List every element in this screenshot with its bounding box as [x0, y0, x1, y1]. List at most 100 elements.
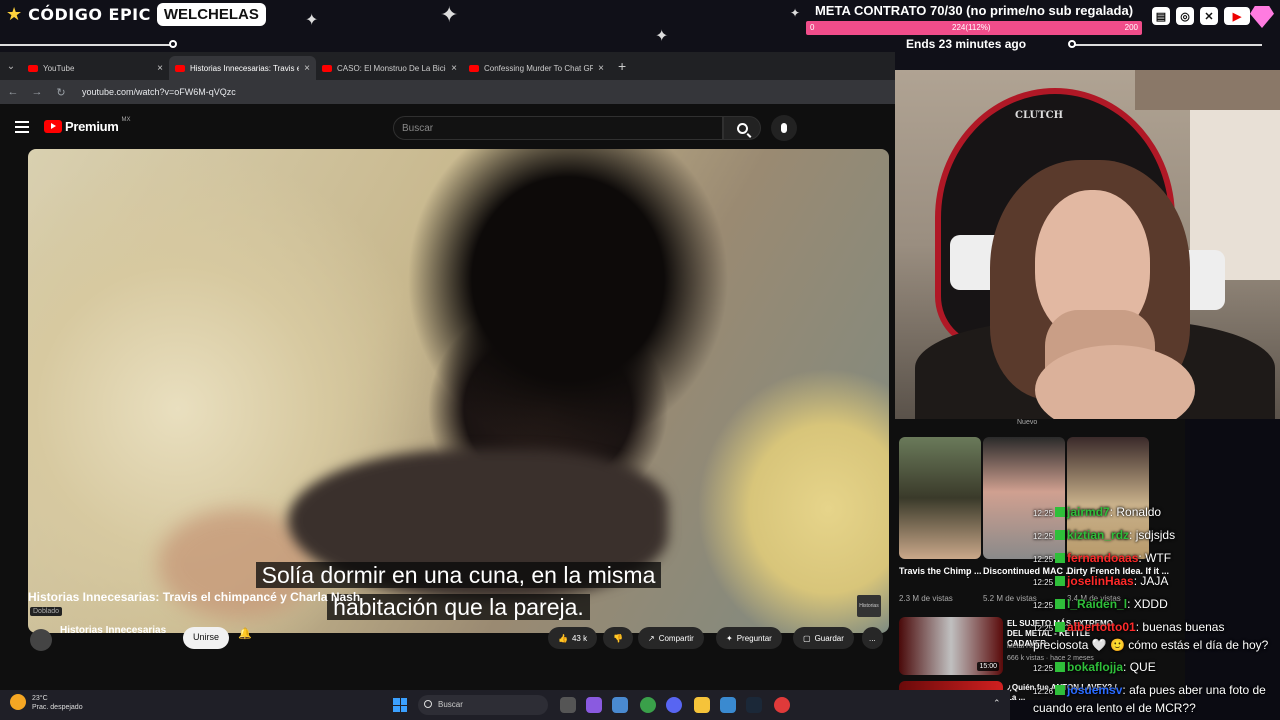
sub-badge-icon: [1055, 553, 1066, 563]
chat-time: 12:25: [1033, 624, 1054, 633]
discord-icon[interactable]: [666, 697, 682, 713]
settings-icon[interactable]: [612, 697, 628, 713]
overlay-dot-right: [1068, 40, 1076, 48]
new-tab-button[interactable]: +: [618, 58, 626, 74]
tray-chevron-icon[interactable]: ⌃: [993, 698, 1001, 709]
sub-badge-icon: [1055, 507, 1066, 517]
voice-search-button[interactable]: [771, 115, 797, 141]
sub-badge-icon: [1055, 662, 1066, 672]
copilot-icon[interactable]: [586, 697, 602, 713]
chat-message: 12:25 kiztian_rdz: jsdjsjds: [1033, 528, 1176, 542]
more-actions-button[interactable]: ...: [862, 627, 883, 649]
close-tab-icon[interactable]: ×: [598, 63, 604, 74]
save-button[interactable]: ▢ Guardar: [793, 627, 854, 649]
channel-avatar[interactable]: [30, 629, 52, 651]
goal-min: 0: [810, 23, 815, 32]
taskbar-search-label: Buscar: [438, 700, 463, 709]
chair-logo: CLUTCH: [1015, 110, 1064, 121]
bell-icon[interactable]: 🔔: [238, 627, 252, 640]
menu-icon[interactable]: [15, 121, 29, 136]
browser-window: ⌄ YouTube × Historias Innecesarias: Trav…: [0, 52, 895, 700]
chat-time: 12:26: [1033, 687, 1054, 696]
short-thumbnail[interactable]: [899, 437, 981, 559]
goal-title: META CONTRATO 70/30 (no prime/no sub reg…: [814, 3, 1134, 18]
taskbar: 23°C Prac. despejado Buscar ⌃: [0, 690, 1010, 720]
chat-time: 12:25: [1033, 509, 1054, 518]
sub-badge-icon: [1055, 530, 1066, 540]
share-button[interactable]: ↗ Compartir: [638, 627, 704, 649]
channel-watermark[interactable]: Historias: [857, 595, 881, 617]
close-tab-icon[interactable]: ×: [304, 63, 310, 74]
close-tab-icon[interactable]: ×: [451, 63, 457, 74]
thumb-down-icon: 👎: [613, 633, 623, 643]
steam-icon[interactable]: [746, 697, 762, 713]
tab-historias[interactable]: Historias Innecesarias: Travis el ×: [169, 56, 316, 80]
url-field[interactable]: youtube.com/watch?v=oFW6M-qVQzc: [82, 87, 236, 97]
chat-message: 12:25 l_Raiden_l: XDDD: [1033, 597, 1168, 611]
tab-confessing[interactable]: Confessing Murder To Chat GPT ×: [463, 56, 610, 80]
short-views: 2.3 M de vistas: [899, 594, 953, 603]
sparkle-icon: ✦: [726, 633, 733, 643]
tab-search-button[interactable]: ⌄: [0, 61, 22, 72]
like-count: 43 k: [571, 633, 588, 643]
youtube-play-icon: [44, 120, 62, 133]
chat-message: 12:26 josuemsv: afa pues aber una foto de…: [1033, 683, 1266, 715]
address-bar-row: ← → ↻ youtube.com/watch?v=oFW6M-qVQzc: [0, 80, 895, 104]
sparkle-icon: ✦: [440, 2, 459, 27]
close-tab-icon[interactable]: ×: [157, 63, 163, 74]
dislike-button[interactable]: 👎: [603, 627, 633, 649]
join-button[interactable]: Unirse: [183, 627, 230, 649]
chat-user: josuemsv: [1067, 683, 1123, 697]
sparkle-icon: ✦: [790, 6, 801, 20]
tab-caso[interactable]: CASO: El Monstruo De La Biciclet ×: [316, 56, 463, 80]
chrome-icon[interactable]: [640, 697, 656, 713]
search-button[interactable]: [723, 116, 761, 140]
webcam-background: [1135, 70, 1280, 110]
mic-icon: [781, 123, 787, 133]
tab-youtube[interactable]: YouTube ×: [22, 56, 169, 80]
chat-message: 12:25 bokaflojja: QUE: [1033, 660, 1156, 674]
back-icon[interactable]: ←: [6, 86, 20, 98]
webcam-feed: CLUTCH: [895, 70, 1280, 419]
sub-badge-icon: [1055, 685, 1066, 695]
file-explorer-icon[interactable]: [694, 697, 710, 713]
weather-temp: 23°C: [32, 695, 48, 702]
task-view-icon[interactable]: [560, 697, 576, 713]
stream-chat: 12:25 jairmd7: Ronaldo 12:25 kiztian_rdz: …: [1025, 503, 1280, 720]
search-input[interactable]: Buscar: [393, 116, 723, 140]
more-options-icon[interactable]: ⋮: [963, 569, 973, 580]
chat-text: QUE: [1129, 660, 1156, 674]
chat-time: 12:25: [1033, 555, 1054, 564]
windows-start-icon[interactable]: [393, 698, 407, 712]
weather-widget[interactable]: 23°C Prac. despejado: [10, 694, 83, 712]
youtube-favicon-icon: [28, 64, 38, 72]
youtube-logo[interactable]: Premium MX: [44, 117, 131, 134]
video-player[interactable]: Solía dormir en una cuna, en la misma ha…: [28, 149, 889, 633]
ask-button[interactable]: ✦ Preguntar: [716, 627, 782, 649]
chat-message: 12:25 joselinHaas: JAJA: [1033, 574, 1169, 588]
instagram-icon: ◎: [1176, 7, 1194, 25]
diamond-icon: [1250, 6, 1274, 28]
search-icon: [736, 122, 748, 134]
obs-icon[interactable]: [774, 697, 790, 713]
chat-message: 12:25 jairmd7: Ronaldo: [1033, 505, 1162, 519]
reload-icon[interactable]: ↻: [54, 86, 68, 99]
chat-user: l_Raiden_l: [1067, 597, 1128, 611]
mail-icon[interactable]: [720, 697, 736, 713]
youtube-icon: ▶: [1224, 7, 1250, 25]
taskbar-search[interactable]: Buscar: [418, 695, 548, 715]
screen: ★ CÓDIGO EPIC WELCHELAS ✦ ✦ ✦ ✦ META CON…: [0, 0, 1280, 720]
video-thumbnail[interactable]: 15:00: [899, 617, 1003, 675]
forward-icon[interactable]: →: [30, 86, 44, 98]
youtube-header: Premium MX Buscar: [0, 104, 895, 152]
goal-max: 200: [1124, 23, 1138, 32]
tab-title: CASO: El Monstruo De La Biciclet: [337, 63, 447, 73]
goal-progress-bar: 0 224(112%) 200: [806, 21, 1142, 35]
video-duration: 15:00: [977, 662, 999, 671]
like-button[interactable]: 👍 43 k: [548, 627, 598, 649]
sub-badge-icon: [1055, 576, 1066, 586]
chat-text: Ronaldo: [1116, 505, 1162, 519]
goal-ends: Ends 23 minutes ago: [906, 37, 1027, 51]
chat-text: jsdjsjds: [1135, 528, 1176, 542]
channel-name[interactable]: Historias Innecesarias: [60, 625, 166, 636]
